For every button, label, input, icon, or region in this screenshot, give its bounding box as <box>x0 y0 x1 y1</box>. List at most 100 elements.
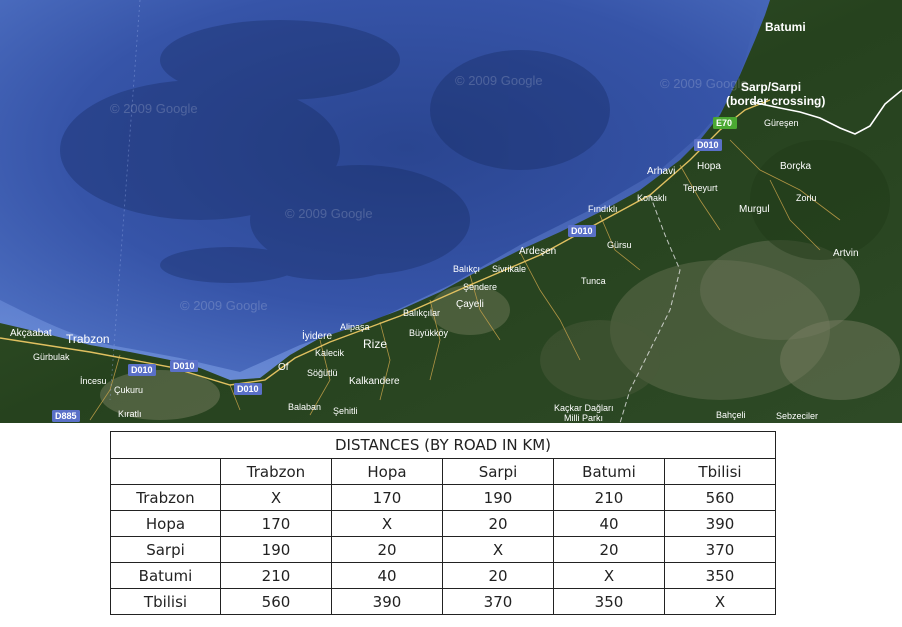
label-alipasa: Alipaşa <box>340 322 370 332</box>
table-cell: 20 <box>331 536 443 563</box>
table-cell: X <box>442 536 554 563</box>
table-cell: X <box>331 510 443 537</box>
label-balikci: Balıkçı <box>453 264 480 274</box>
shield-d010-1: D010 <box>697 140 719 150</box>
label-kalecik: Kalecik <box>315 348 345 358</box>
watermark-3: © 2009 Google <box>180 298 268 313</box>
table-cell: 210 <box>220 562 332 589</box>
table-cell: 20 <box>553 536 665 563</box>
table-cell: 350 <box>664 562 776 589</box>
watermark-2: © 2009 Google <box>285 206 373 221</box>
column-header: Sarpi <box>442 458 554 485</box>
table-cell: 560 <box>664 484 776 511</box>
table-cell: 20 <box>442 562 554 589</box>
label-hopa: Hopa <box>697 161 721 172</box>
watermark-1: © 2009 Google <box>110 101 198 116</box>
label-of: Of <box>278 362 289 373</box>
table-row: Hopa 170 X 20 40 390 <box>110 510 776 537</box>
shield-d010-3: D010 <box>173 361 195 371</box>
table-title-row: DISTANCES (BY ROAD IN KM) <box>110 431 776 459</box>
label-sendere: Şendere <box>463 282 497 292</box>
label-kalkandere: Kalkandere <box>349 376 400 387</box>
label-balikcilar: Balıkçılar <box>403 308 440 318</box>
table-cell: 390 <box>664 510 776 537</box>
label-bahceli: Bahçeli <box>716 410 746 420</box>
row-header: Sarpi <box>110 536 221 563</box>
label-borcka: Borçka <box>780 161 812 172</box>
label-zorlu: Zorlu <box>796 193 817 203</box>
label-sivrikale: Sivrikale <box>492 264 526 274</box>
shield-d885: D885 <box>55 411 77 421</box>
label-kackar-1: Kaçkar Dağları <box>554 403 614 413</box>
table-title: DISTANCES (BY ROAD IN KM) <box>110 431 776 459</box>
row-header: Tbilisi <box>110 588 221 615</box>
label-gursu: Gürsu <box>607 240 632 250</box>
table-cell: 190 <box>442 484 554 511</box>
label-sebzeciler: Sebzeciler <box>776 411 818 421</box>
shield-d010-5: D010 <box>237 384 259 394</box>
label-ardesen: Ardeşen <box>519 246 556 257</box>
label-gurbulak: Gürbulak <box>33 352 70 362</box>
table-cell: X <box>220 484 332 511</box>
row-header: Trabzon <box>110 484 221 511</box>
label-kackar-2: Milli Parkı <box>564 413 603 423</box>
table-cell: 350 <box>553 588 665 615</box>
label-sehitli: Şehitli <box>333 406 358 416</box>
shield-e70: E70 <box>716 118 732 128</box>
table-row: Trabzon X 170 190 210 560 <box>110 484 776 511</box>
label-batumi: Batumi <box>765 20 806 34</box>
table-cell: 560 <box>220 588 332 615</box>
table-cell: 20 <box>442 510 554 537</box>
table-cell: 370 <box>664 536 776 563</box>
label-artvin: Artvin <box>833 248 859 259</box>
table-row: Batumi 210 40 20 X 350 <box>110 562 776 589</box>
label-incesu: İncesu <box>80 376 107 386</box>
column-header: Batumi <box>553 458 665 485</box>
label-findikli: Fındıklı <box>588 204 618 214</box>
table-cell: 170 <box>331 484 443 511</box>
table-cell: X <box>553 562 665 589</box>
label-tepeyurt: Tepeyurt <box>683 183 718 193</box>
table-row: Sarpi 190 20 X 20 370 <box>110 536 776 563</box>
label-sogutlu: Söğütlü <box>307 368 338 378</box>
map-canvas: © 2009 Google © 2009 Google © 2009 Googl… <box>0 0 902 423</box>
label-cayeli: Çayeli <box>456 299 484 310</box>
row-header: Batumi <box>110 562 221 589</box>
table-row: Tbilisi 560 390 370 350 X <box>110 588 776 615</box>
table-cell: 190 <box>220 536 332 563</box>
label-akcaabat: Akçaabat <box>10 328 52 339</box>
row-header: Hopa <box>110 510 221 537</box>
table-cell: 40 <box>331 562 443 589</box>
label-border: (border crossing) <box>726 94 825 108</box>
label-arhavi: Arhavi <box>647 166 675 177</box>
table-header-row: Trabzon Hopa Sarpi Batumi Tbilisi <box>110 458 776 485</box>
shield-d010-2: D010 <box>571 226 593 236</box>
column-header: Hopa <box>331 458 443 485</box>
label-kiratli: Kıratlı <box>118 409 142 419</box>
label-rize: Rize <box>363 337 387 351</box>
label-konakli: Konaklı <box>637 193 667 203</box>
label-murgul: Murgul <box>739 204 770 215</box>
shield-d010-4: D010 <box>131 365 153 375</box>
table-cell: 370 <box>442 588 554 615</box>
table-cell: X <box>664 588 776 615</box>
label-trabzon: Trabzon <box>66 332 110 346</box>
label-iyidere: İyidere <box>302 329 332 342</box>
label-balaban: Balaban <box>288 402 321 412</box>
table-corner-cell <box>110 458 221 485</box>
watermark-5: © 2009 Google <box>660 76 748 91</box>
label-tunca: Tunca <box>581 276 606 286</box>
distance-table: DISTANCES (BY ROAD IN KM) Trabzon Hopa S… <box>110 431 776 615</box>
column-header: Trabzon <box>220 458 332 485</box>
satellite-map[interactable]: © 2009 Google © 2009 Google © 2009 Googl… <box>0 0 902 423</box>
label-guresen: Güreşen <box>764 118 799 128</box>
table-cell: 170 <box>220 510 332 537</box>
column-header: Tbilisi <box>664 458 776 485</box>
label-sarp: Sarp/Sarpi <box>741 80 801 94</box>
table-cell: 40 <box>553 510 665 537</box>
label-buyukkoy: Büyükköy <box>409 328 449 338</box>
label-cukuru: Çukuru <box>114 385 143 395</box>
table-cell: 390 <box>331 588 443 615</box>
table-cell: 210 <box>553 484 665 511</box>
watermark-4: © 2009 Google <box>455 73 543 88</box>
